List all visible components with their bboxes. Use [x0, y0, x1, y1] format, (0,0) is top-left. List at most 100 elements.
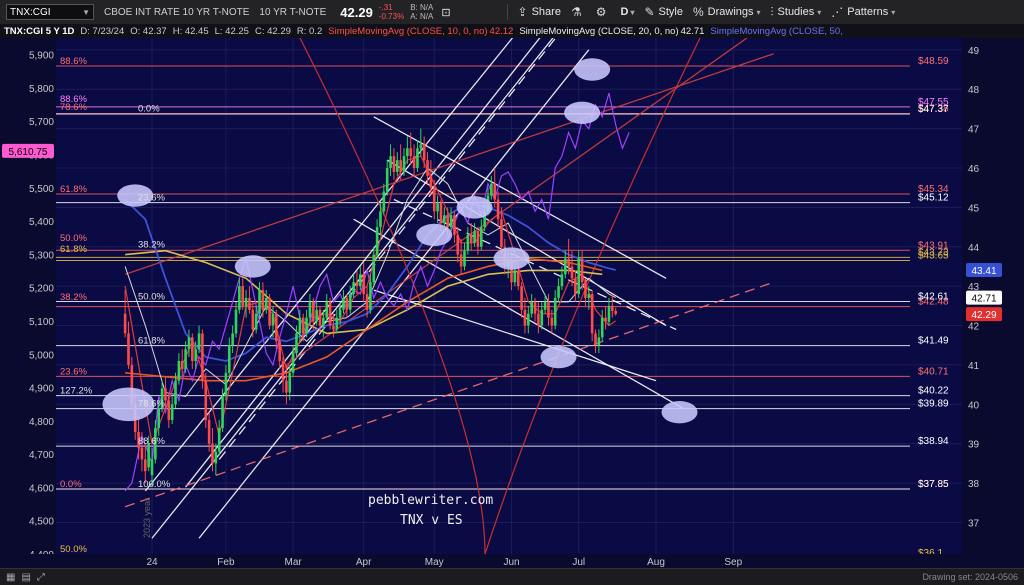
fib-label: 50.0% — [60, 544, 87, 555]
candle-body — [479, 227, 483, 247]
candle-body — [147, 443, 150, 468]
symbol-text: TNX:CGI — [10, 6, 51, 18]
highlight-circle — [234, 255, 271, 278]
status-bar: ▦ ▤ ⤢ Drawing set: 2024-0506 — [0, 568, 1024, 585]
change-value: -.31 — [378, 3, 393, 12]
x-tick-label: Aug — [647, 557, 665, 568]
ask-value: A: N/A — [410, 12, 434, 21]
left-tick-label: 5,800 — [29, 84, 54, 95]
share-button[interactable]: ⇪ Share — [518, 5, 561, 19]
fib-label: 0.0% — [138, 104, 160, 115]
right-tick-label: 42 — [968, 322, 980, 333]
candle-body — [533, 301, 537, 314]
timeframe-button[interactable]: D ▾ — [620, 6, 634, 18]
candle-body — [318, 309, 322, 326]
candle-body — [422, 144, 426, 161]
fib-label: 78.6% — [138, 399, 165, 410]
fib-label: 127.2% — [60, 386, 93, 397]
left-tick-label: 5,700 — [29, 117, 54, 128]
candle-body — [365, 294, 369, 310]
x-tick-label: Apr — [356, 557, 372, 568]
fib-label: 38.2% — [138, 240, 165, 251]
flask-button[interactable]: ⚗ — [571, 5, 586, 19]
candle-body — [332, 325, 335, 330]
left-tick-label: 5,900 — [29, 51, 54, 62]
candle-body — [473, 231, 476, 243]
fib-label: 0.0% — [60, 479, 82, 490]
candle-body — [197, 333, 201, 350]
drawings-button[interactable]: % Drawings ▾ — [693, 5, 761, 19]
candle-body — [597, 337, 601, 346]
candle-body — [543, 301, 547, 310]
candle-body — [355, 282, 359, 287]
candle-body — [221, 396, 224, 428]
candle-body — [271, 313, 275, 326]
level-label: $48.59 — [918, 56, 949, 67]
layout-icon[interactable]: ▤ — [21, 572, 30, 583]
candle-body — [143, 459, 147, 472]
right-tick-label: 40 — [968, 400, 980, 411]
candle-body — [217, 427, 221, 452]
style-button[interactable]: ✎ Style — [644, 5, 683, 19]
chevron-down-icon: ▼ — [82, 7, 90, 17]
candle-body — [382, 191, 386, 212]
candle-body — [419, 144, 423, 149]
candle-body — [150, 459, 154, 476]
candle-body — [476, 231, 480, 247]
lock-icon[interactable]: ⊡ — [441, 6, 450, 19]
candle-body — [436, 203, 439, 212]
candle-body — [328, 301, 332, 326]
fib-label: 23.6% — [60, 366, 87, 377]
candle-body — [449, 215, 453, 228]
candle-body — [201, 333, 204, 381]
candle-body — [244, 297, 248, 306]
expand-icon[interactable]: ⤢ — [37, 572, 45, 583]
candle-body — [234, 309, 238, 334]
right-tick-label: 47 — [968, 125, 980, 136]
candle-body — [570, 266, 574, 279]
candle-body — [268, 297, 271, 326]
sma20-label[interactable]: SimpleMovingAvg (CLOSE, 20, 0, no) — [519, 26, 678, 37]
candle-body — [359, 274, 362, 287]
candle-body — [127, 333, 130, 365]
level-label: $45.12 — [918, 193, 949, 204]
right-tick-label: 39 — [968, 440, 980, 451]
candle-body — [308, 301, 312, 318]
symbol-description-short: 10 YR T-NOTE — [259, 6, 327, 18]
sma10-label[interactable]: SimpleMovingAvg (CLOSE, 10, 0, no) — [328, 26, 487, 37]
x-tick-label: 24 — [146, 557, 158, 568]
candle-body — [560, 274, 564, 287]
highlight-circle — [493, 247, 530, 270]
settings-button[interactable]: ⚙ — [596, 5, 611, 19]
candle-body — [261, 290, 265, 310]
candle-body — [557, 286, 560, 298]
candle-body — [530, 301, 533, 314]
patterns-button[interactable]: ⋰ Patterns ▾ — [831, 5, 895, 19]
candle-body — [335, 317, 339, 330]
bid-ask: B: N/A A: N/A — [410, 3, 433, 21]
right-price-marker-label: 42.71 — [971, 294, 996, 305]
grid-icon[interactable]: ▦ — [6, 572, 15, 583]
symbol-description: CBOE INT RATE 10 YR T-NOTE — [104, 6, 250, 18]
symbol-selector[interactable]: TNX:CGI ▼ — [6, 4, 94, 20]
candle-body — [285, 380, 288, 393]
sma50-label[interactable]: SimpleMovingAvg (CLOSE, 50, — [710, 26, 842, 37]
price-chart[interactable]: $48.59$47.55$47.38$47.37$45.34$45.12$43.… — [0, 38, 1024, 568]
symbol-period: TNX:CGI 5 Y 1D — [4, 25, 75, 37]
left-tick-label: 5,300 — [29, 250, 54, 261]
sma10-value: 42.12 — [489, 25, 514, 37]
studies-button[interactable]: ⫶ Studies ▾ — [771, 5, 822, 20]
right-tick-label: 48 — [968, 85, 980, 96]
bar-low: L: 42.25 — [214, 25, 249, 37]
left-tick-label: 4,800 — [29, 417, 54, 428]
candle-body — [416, 148, 419, 168]
candle-body — [490, 183, 493, 196]
candle-body — [500, 219, 503, 247]
candle-body — [493, 183, 497, 200]
bar-close: C: 42.29 — [254, 25, 291, 37]
drawing-set: Drawing set: 2024-0506 — [922, 572, 1018, 582]
candle-body — [426, 160, 429, 176]
candle-body — [574, 278, 577, 295]
level-label: $41.49 — [918, 336, 949, 347]
candle-body — [140, 447, 144, 460]
